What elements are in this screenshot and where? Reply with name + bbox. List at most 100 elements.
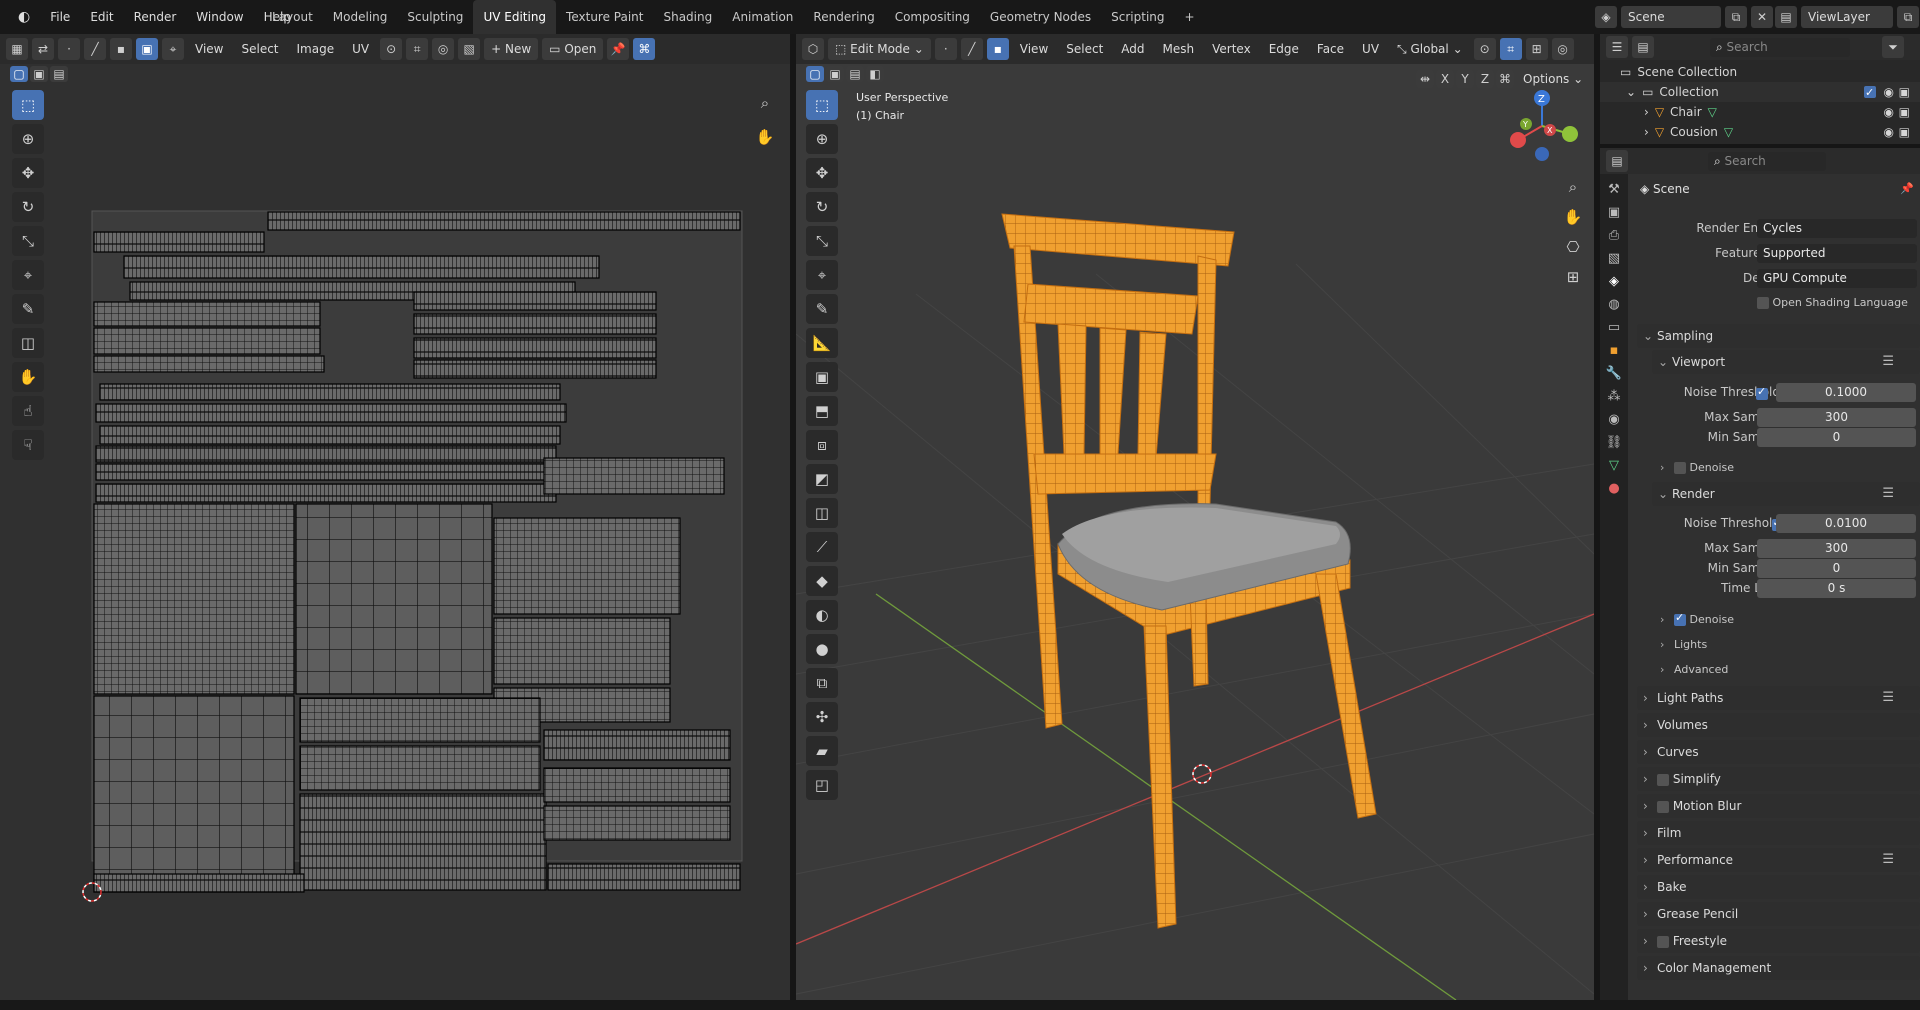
section-volumes[interactable]: › Volumes <box>1637 713 1920 737</box>
data-tab-icon[interactable]: ▽ <box>1609 458 1619 473</box>
uv-canvas[interactable] <box>0 34 790 1000</box>
shrink-fatten-icon[interactable]: ✣ <box>806 702 838 732</box>
cousion-render-icon[interactable]: ▣ <box>1899 122 1910 142</box>
edge-slide-icon[interactable]: ⧉ <box>806 668 838 698</box>
osl-row[interactable]: Open Shading Language <box>1757 296 1908 309</box>
add-cube-icon[interactable]: ▣ <box>806 362 838 392</box>
expand-collection-icon[interactable]: ⌄ <box>1626 82 1636 102</box>
world-tab-icon[interactable]: ◍ <box>1608 297 1619 312</box>
new-scene-icon[interactable]: ⧉ <box>1725 6 1747 28</box>
section-viewport[interactable]: ⌄ Viewport ☰ <box>1652 350 1920 374</box>
rip-region-icon[interactable]: ◰ <box>806 770 838 800</box>
view-layer-tab-icon[interactable]: ▧ <box>1608 251 1620 266</box>
scene-name-field[interactable]: Scene <box>1621 6 1721 28</box>
particles-tab-icon[interactable]: ⁂ <box>1608 389 1621 404</box>
view-layer-icon[interactable]: ▤ <box>1775 6 1797 28</box>
measure-icon[interactable]: 📐 <box>806 328 838 358</box>
viewport-cursor-icon[interactable]: ⊕ <box>806 124 838 154</box>
tab-texture-paint[interactable]: Texture Paint <box>556 0 653 34</box>
menu-edit[interactable]: Edit <box>80 0 123 34</box>
viewport-scale-icon[interactable]: ⤡ <box>806 226 838 256</box>
expand-chair-icon[interactable]: › <box>1644 102 1649 122</box>
object-tab-icon[interactable]: ▪ <box>1610 343 1619 358</box>
scene-icon[interactable]: ◈ <box>1595 6 1617 28</box>
viewport-noise-field[interactable]: 0.1000 <box>1776 383 1916 402</box>
properties-search-field[interactable]: ⌕ Search <box>1708 152 1826 171</box>
render-tab-icon[interactable]: ▣ <box>1608 205 1620 220</box>
inset-faces-icon[interactable]: ⧈ <box>806 430 838 460</box>
tab-compositing[interactable]: Compositing <box>885 0 980 34</box>
section-lights[interactable]: › Lights <box>1660 638 1707 651</box>
properties-editor-type-icon[interactable]: ▤ <box>1606 150 1628 172</box>
section-grease-pencil[interactable]: › Grease Pencil <box>1637 902 1920 926</box>
pin-context-icon[interactable]: 📌 <box>1900 182 1914 195</box>
outliner-collection[interactable]: ⌄ ▭ Collection ◉ ▣ <box>1600 82 1920 103</box>
render-min-field[interactable]: 0 <box>1757 559 1916 578</box>
light-paths-presets-icon[interactable]: ☰ <box>1882 686 1894 710</box>
smooth-icon[interactable]: ● <box>806 634 838 664</box>
section-bake[interactable]: › Bake <box>1637 875 1920 899</box>
section-color-management[interactable]: › Color Management <box>1637 956 1920 980</box>
toggle-perspective-icon[interactable]: ⊞ <box>1560 264 1586 290</box>
motion-blur-checkbox[interactable] <box>1657 800 1669 813</box>
tab-shading[interactable]: Shading <box>653 0 722 34</box>
viewport-presets-icon[interactable]: ☰ <box>1882 350 1894 374</box>
viewport-noise-checkbox[interactable] <box>1756 385 1768 400</box>
collection-tab-icon[interactable]: ▭ <box>1608 320 1620 335</box>
section-freestyle[interactable]: › Freestyle <box>1637 929 1920 953</box>
display-mode-icon[interactable]: ▤ <box>1632 36 1654 58</box>
material-tab-icon[interactable]: ● <box>1608 481 1619 496</box>
navigation-gizmo[interactable]: Z X Y <box>1504 88 1580 164</box>
spin-icon[interactable]: ◐ <box>806 600 838 630</box>
modifier-tab-icon[interactable]: 🔧 <box>1606 366 1622 381</box>
render-engine-dropdown[interactable]: Cycles <box>1757 219 1917 238</box>
section-sampling[interactable]: ⌄ Sampling <box>1637 324 1920 348</box>
feature-set-dropdown[interactable]: Supported <box>1757 244 1917 263</box>
render-presets-icon[interactable]: ☰ <box>1882 482 1894 506</box>
bevel-icon[interactable]: ◩ <box>806 464 838 494</box>
chair-render-icon[interactable]: ▣ <box>1899 102 1910 122</box>
extrude-region-icon[interactable]: ⬒ <box>806 396 838 426</box>
collection-visibility-icon[interactable]: ◉ <box>1884 82 1894 102</box>
section-render[interactable]: ⌄ Render ☰ <box>1652 482 1920 506</box>
viewport-transform-icon[interactable]: ⌖ <box>806 260 838 290</box>
section-film[interactable]: › Film <box>1637 821 1920 845</box>
menu-window[interactable]: Window <box>186 0 253 34</box>
tab-modeling[interactable]: Modeling <box>323 0 398 34</box>
viewport-scene[interactable] <box>796 34 1594 1000</box>
time-limit-field[interactable]: 0 s <box>1757 579 1916 598</box>
tab-sculpting[interactable]: Sculpting <box>397 0 473 34</box>
tab-uv-editing[interactable]: UV Editing <box>473 0 557 34</box>
add-workspace-icon[interactable]: + <box>1175 0 1205 34</box>
viewport-zoom-icon[interactable]: ⌕ <box>1560 174 1586 200</box>
tool-tab-icon[interactable]: ⚒ <box>1608 182 1620 197</box>
delete-scene-icon[interactable]: ✕ <box>1751 6 1773 28</box>
performance-presets-icon[interactable]: ☰ <box>1882 848 1894 872</box>
section-performance[interactable]: › Performance ☰ <box>1637 848 1920 872</box>
tab-scripting[interactable]: Scripting <box>1101 0 1174 34</box>
viewport-move-icon[interactable]: ✥ <box>806 158 838 188</box>
viewport-min-field[interactable]: 0 <box>1757 428 1916 447</box>
render-max-field[interactable]: 300 <box>1757 539 1916 558</box>
output-tab-icon[interactable]: ⎙ <box>1609 228 1619 243</box>
viewport-select-box-icon[interactable]: ⬚ <box>806 90 838 120</box>
viewport-denoise-row[interactable]: › Denoise <box>1660 461 1734 474</box>
new-view-layer-icon[interactable]: ⧉ <box>1897 6 1919 28</box>
outliner-item-chair[interactable]: › ▽ Chair ▽ ◉ ▣ <box>1600 102 1920 122</box>
cousion-visibility-icon[interactable]: ◉ <box>1884 122 1894 142</box>
knife-icon[interactable]: ⟋ <box>806 532 838 562</box>
outliner-editor-type-icon[interactable]: ☰ <box>1606 36 1628 58</box>
device-dropdown[interactable]: GPU Compute <box>1757 269 1917 288</box>
shear-icon[interactable]: ▰ <box>806 736 838 766</box>
viewport-denoise-checkbox[interactable] <box>1674 462 1686 474</box>
tab-rendering[interactable]: Rendering <box>803 0 884 34</box>
simplify-checkbox[interactable] <box>1657 773 1669 786</box>
osl-checkbox[interactable] <box>1757 297 1769 309</box>
tab-layout[interactable]: Layout <box>262 0 323 34</box>
section-curves[interactable]: › Curves <box>1637 740 1920 764</box>
constraints-tab-icon[interactable]: ⛓ <box>1606 435 1623 450</box>
scene-tab-icon[interactable]: ◈ <box>1609 274 1619 289</box>
physics-tab-icon[interactable]: ◉ <box>1608 412 1619 427</box>
poly-build-icon[interactable]: ◆ <box>806 566 838 596</box>
freestyle-checkbox[interactable] <box>1657 935 1669 948</box>
